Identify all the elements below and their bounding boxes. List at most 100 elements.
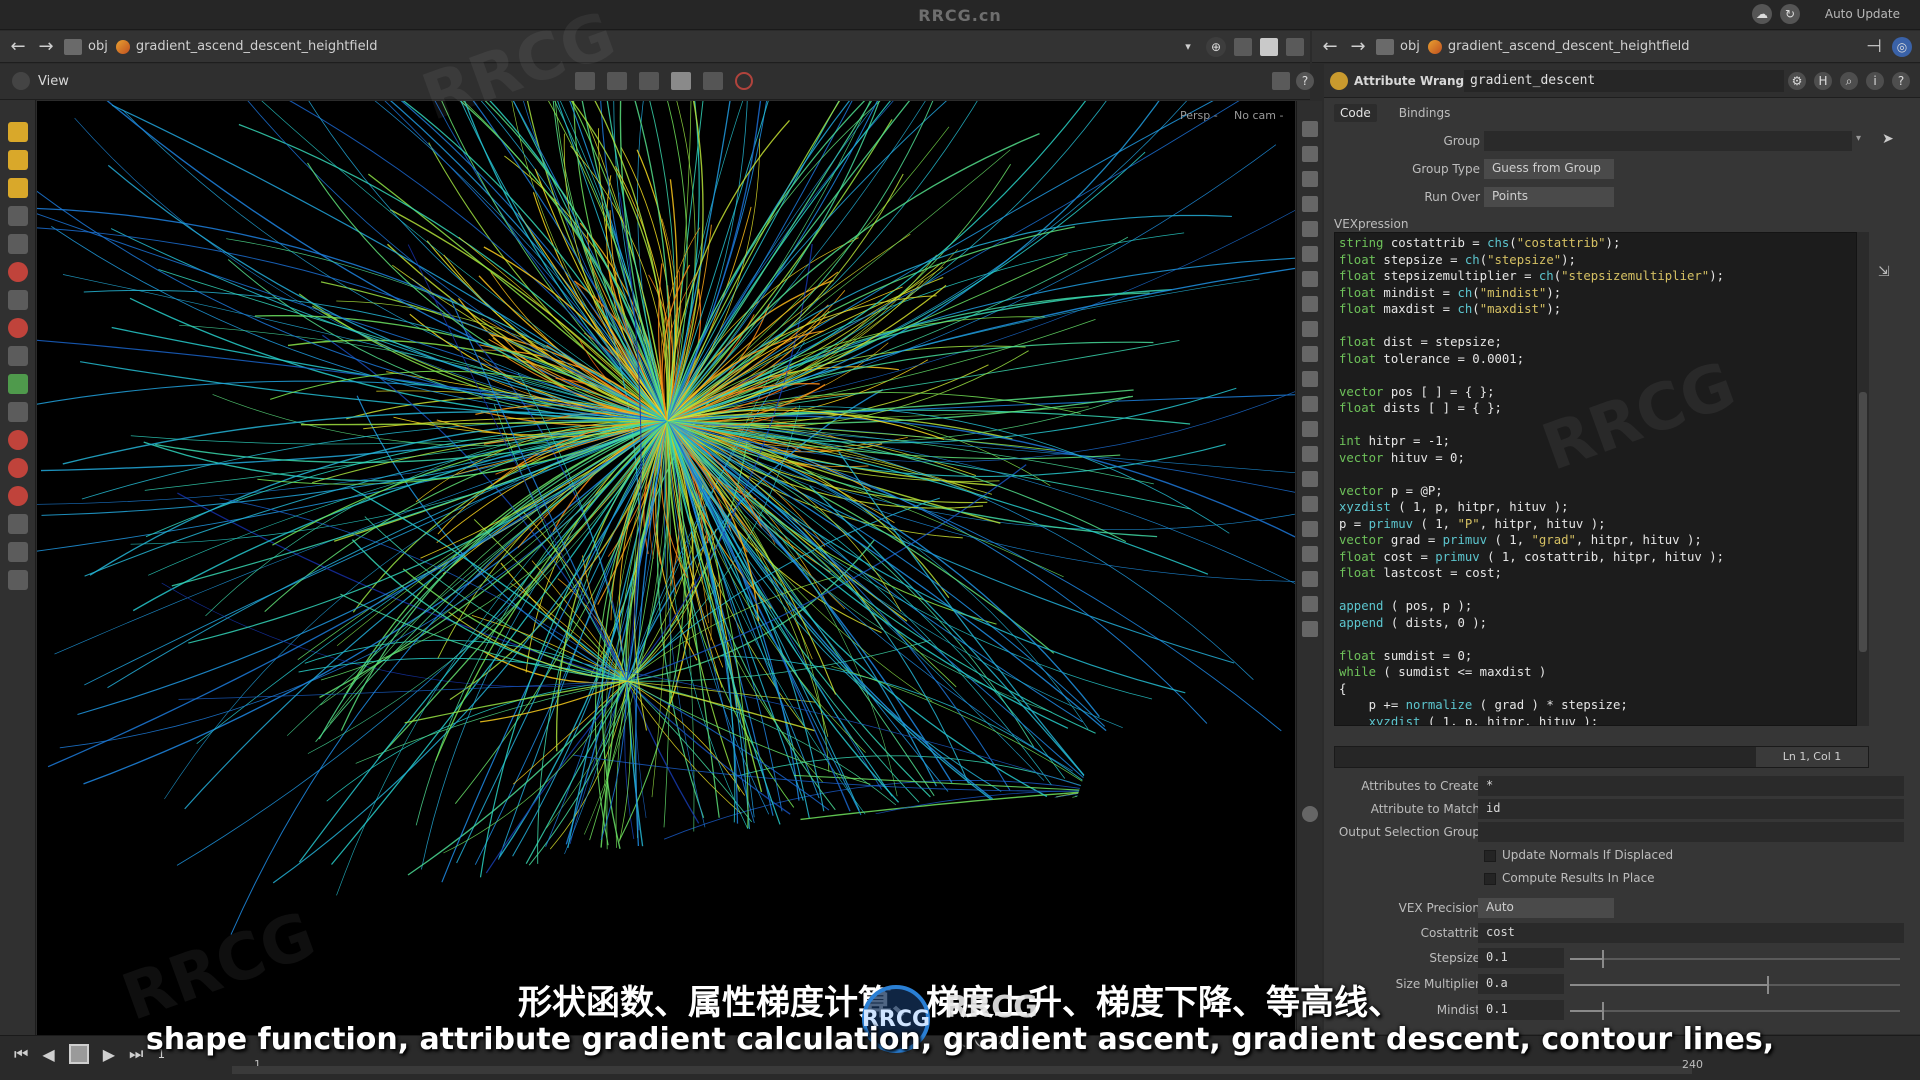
- brush-icon[interactable]: [7, 262, 28, 282]
- transform-tool-icon[interactable]: [7, 150, 28, 170]
- subtitle-english: shape function, attribute gradient calcu…: [145, 1022, 1775, 1057]
- bulb-icon[interactable]: [1301, 246, 1318, 262]
- refresh-icon[interactable]: ↻: [1780, 4, 1800, 24]
- desktop-icon[interactable]: [1234, 37, 1252, 56]
- stepsize-slider[interactable]: [1570, 950, 1900, 968]
- grid-icon[interactable]: [1301, 496, 1318, 512]
- parameter-tabs: Code Bindings: [1334, 104, 1456, 122]
- light-tool-icon[interactable]: [7, 570, 28, 590]
- xray-icon[interactable]: [1301, 196, 1318, 212]
- wire-icon[interactable]: [1301, 346, 1318, 362]
- timeline-scrubber[interactable]: [232, 1066, 1692, 1074]
- view-tool-icon[interactable]: [7, 514, 28, 534]
- viewport[interactable]: Persp - No cam -: [37, 101, 1295, 1035]
- handle-mode-icon[interactable]: [639, 72, 659, 90]
- output-selection-group-label: Output Selection Group: [1338, 825, 1480, 839]
- attributes-to-create-field[interactable]: *: [1478, 776, 1904, 796]
- help-icon[interactable]: ?: [1296, 72, 1314, 90]
- camera-select-menu[interactable]: No cam -: [1234, 109, 1283, 122]
- display-options-icon[interactable]: [1301, 121, 1318, 137]
- params-path-node[interactable]: gradient_ascend_descent_heightfield: [1427, 39, 1689, 54]
- measure-icon[interactable]: [1301, 521, 1318, 537]
- no-entry-icon[interactable]: [735, 72, 753, 90]
- auto-update-toggle[interactable]: Auto Update: [1825, 7, 1900, 21]
- code-scrollbar[interactable]: [1857, 232, 1869, 726]
- view-pane-icon[interactable]: [12, 72, 30, 90]
- node-name-field[interactable]: gradient_descent: [1464, 70, 1784, 92]
- group-dropdown-icon[interactable]: ▾: [1856, 133, 1861, 144]
- scale-icon[interactable]: [7, 346, 28, 366]
- pose-icon[interactable]: [7, 374, 28, 394]
- handle-tool-icon[interactable]: [7, 178, 28, 198]
- info-icon[interactable]: [1301, 806, 1318, 822]
- compute-in-place-checkbox[interactable]: [1484, 873, 1496, 885]
- stepsize-slider-knob[interactable]: [1602, 950, 1604, 968]
- select-tool-icon[interactable]: [7, 122, 28, 142]
- select-mode-icon[interactable]: [575, 72, 595, 90]
- node-help-icon[interactable]: ?: [1892, 72, 1910, 90]
- camera-tool-icon[interactable]: [7, 542, 28, 562]
- camera-icon[interactable]: [1301, 321, 1318, 337]
- ghost-icon[interactable]: [1301, 146, 1318, 162]
- params-forward-arrow-icon[interactable]: →: [1348, 36, 1368, 57]
- transform-mode-icon[interactable]: [607, 72, 627, 90]
- node-info-icon[interactable]: i: [1866, 72, 1884, 90]
- lock-icon[interactable]: [1301, 171, 1318, 187]
- code-scroll-thumb[interactable]: [1859, 392, 1867, 652]
- run-over-menu[interactable]: Points: [1484, 187, 1614, 207]
- sculpt-icon[interactable]: [7, 402, 28, 422]
- snapshot-icon[interactable]: [1272, 72, 1290, 90]
- portrait-icon[interactable]: [1301, 296, 1318, 312]
- search-icon[interactable]: ⌕: [1840, 72, 1858, 90]
- group-select-arrow-icon[interactable]: ➤: [1882, 131, 1894, 147]
- normals-icon[interactable]: [1301, 396, 1318, 412]
- brush-display-icon[interactable]: [1301, 446, 1318, 462]
- path-node[interactable]: gradient_ascend_descent_heightfield: [115, 39, 377, 54]
- path-context[interactable]: obj: [64, 38, 108, 55]
- path-dropdown-icon[interactable]: ▾: [1178, 40, 1198, 53]
- params-path-context[interactable]: obj: [1376, 38, 1420, 55]
- params-pin-icon[interactable]: ⊣: [1864, 36, 1884, 57]
- cloud-icon[interactable]: ☁: [1752, 4, 1772, 24]
- display-mode-icon[interactable]: [671, 72, 691, 90]
- snap-icon[interactable]: [7, 458, 28, 478]
- paint-icon[interactable]: [7, 430, 28, 450]
- pin-display-icon[interactable]: [1301, 621, 1318, 637]
- points-icon[interactable]: [1301, 371, 1318, 387]
- params-back-arrow-icon[interactable]: ←: [1320, 36, 1340, 57]
- move-icon[interactable]: [7, 234, 28, 254]
- hda-icon[interactable]: H: [1814, 72, 1832, 90]
- attribute-to-match-field[interactable]: id: [1478, 799, 1904, 819]
- box-icon[interactable]: [1301, 546, 1318, 562]
- update-normals-checkbox[interactable]: [1484, 850, 1496, 862]
- camera-persp-menu[interactable]: Persp -: [1180, 109, 1218, 122]
- vex-code-editor[interactable]: string costattrib = chs("costattrib"); f…: [1334, 232, 1857, 726]
- params-link-icon[interactable]: ◎: [1892, 36, 1912, 57]
- light-icon[interactable]: [1301, 271, 1318, 287]
- shading-ball-icon[interactable]: [1301, 221, 1318, 237]
- pin-icon[interactable]: ⊕: [1206, 36, 1226, 57]
- output-selection-group-field[interactable]: [1478, 822, 1904, 842]
- paint-display-icon[interactable]: [1301, 471, 1318, 487]
- forward-arrow-icon[interactable]: →: [36, 36, 56, 57]
- shading-mode-icon[interactable]: [703, 72, 723, 90]
- group-type-menu[interactable]: Guess from Group: [1484, 159, 1614, 179]
- rotate-icon[interactable]: [7, 290, 28, 310]
- gear-icon[interactable]: ⚙: [1788, 72, 1806, 90]
- magnet-icon[interactable]: [7, 318, 28, 338]
- group-field[interactable]: [1484, 131, 1852, 151]
- back-arrow-icon[interactable]: ←: [8, 36, 28, 57]
- expand-editor-icon[interactable]: ⇲: [1878, 264, 1890, 280]
- pen-icon[interactable]: [1301, 421, 1318, 437]
- image-icon[interactable]: [1301, 596, 1318, 612]
- vex-precision-menu[interactable]: Auto: [1478, 898, 1614, 918]
- costattrib-field[interactable]: cost: [1478, 923, 1904, 943]
- tab-code[interactable]: Code: [1334, 104, 1377, 122]
- stepsize-field[interactable]: 0.1: [1478, 948, 1564, 968]
- pointer-icon[interactable]: [7, 206, 28, 226]
- tab-bindings[interactable]: Bindings: [1393, 104, 1457, 122]
- pane-split-icon[interactable]: [1286, 37, 1304, 56]
- magnet-snap-icon[interactable]: [7, 486, 28, 506]
- layout-icon[interactable]: [1260, 37, 1278, 56]
- text-display-icon[interactable]: [1301, 571, 1318, 587]
